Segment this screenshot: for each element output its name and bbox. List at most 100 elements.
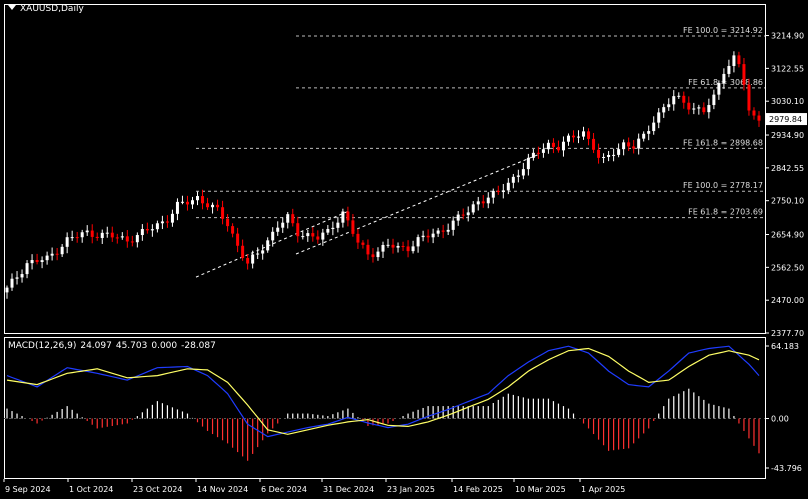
candle-body[interactable] bbox=[551, 142, 555, 147]
candle-body[interactable] bbox=[145, 229, 149, 231]
candle-body[interactable] bbox=[361, 242, 365, 245]
candle-body[interactable] bbox=[406, 246, 410, 252]
candle-body[interactable] bbox=[712, 94, 716, 106]
candle-body[interactable] bbox=[441, 230, 445, 232]
candle-body[interactable] bbox=[742, 64, 746, 85]
candle-body[interactable] bbox=[732, 55, 736, 66]
candle-body[interactable] bbox=[216, 204, 220, 208]
candle-body[interactable] bbox=[50, 253, 54, 256]
candle-body[interactable] bbox=[461, 214, 465, 216]
candle-body[interactable] bbox=[632, 146, 636, 149]
candle-body[interactable] bbox=[421, 235, 425, 238]
candle-body[interactable] bbox=[140, 229, 144, 236]
candle-body[interactable] bbox=[155, 223, 159, 230]
candle-body[interactable] bbox=[571, 135, 575, 138]
candle-body[interactable] bbox=[371, 254, 375, 258]
candle-body[interactable] bbox=[35, 260, 39, 262]
candle-body[interactable] bbox=[602, 156, 606, 158]
candle-body[interactable] bbox=[15, 277, 19, 279]
candle-body[interactable] bbox=[697, 107, 701, 109]
candle-body[interactable] bbox=[75, 237, 79, 239]
candle-body[interactable] bbox=[607, 154, 611, 157]
candle-body[interactable] bbox=[165, 221, 169, 223]
candle-body[interactable] bbox=[356, 233, 360, 243]
candle-body[interactable] bbox=[526, 157, 530, 170]
candle-body[interactable] bbox=[236, 233, 240, 246]
candle-body[interactable] bbox=[592, 138, 596, 150]
candle-body[interactable] bbox=[727, 65, 731, 74]
candle-body[interactable] bbox=[135, 235, 139, 243]
candle-body[interactable] bbox=[291, 214, 295, 224]
candle-body[interactable] bbox=[190, 200, 194, 205]
candle-body[interactable] bbox=[211, 204, 215, 208]
candle-body[interactable] bbox=[617, 149, 621, 155]
candle-body[interactable] bbox=[622, 142, 626, 150]
candle-body[interactable] bbox=[597, 149, 601, 158]
candle-body[interactable] bbox=[391, 244, 395, 248]
candle-body[interactable] bbox=[717, 83, 721, 95]
symbol-label[interactable]: XAUUSD,Daily bbox=[8, 4, 84, 14]
candle-body[interactable] bbox=[281, 222, 285, 228]
candle-body[interactable] bbox=[627, 142, 631, 147]
candle-body[interactable] bbox=[752, 110, 756, 116]
candle-body[interactable] bbox=[206, 203, 210, 208]
candle-body[interactable] bbox=[226, 218, 230, 227]
candle-body[interactable] bbox=[577, 136, 581, 138]
candle-body[interactable] bbox=[556, 146, 560, 151]
candle-body[interactable] bbox=[396, 245, 400, 248]
candle-body[interactable] bbox=[311, 233, 315, 237]
candle-body[interactable] bbox=[256, 253, 260, 255]
candle-body[interactable] bbox=[231, 226, 235, 234]
candle-body[interactable] bbox=[426, 235, 430, 238]
candle-body[interactable] bbox=[185, 201, 189, 205]
candle-body[interactable] bbox=[401, 245, 405, 247]
candle-body[interactable] bbox=[271, 231, 275, 241]
candle-body[interactable] bbox=[326, 229, 330, 233]
candle-body[interactable] bbox=[476, 201, 480, 205]
candle-body[interactable] bbox=[150, 229, 154, 231]
candle-body[interactable] bbox=[566, 135, 570, 142]
candle-body[interactable] bbox=[411, 246, 415, 252]
candle-body[interactable] bbox=[296, 223, 300, 237]
candle-body[interactable] bbox=[160, 221, 164, 224]
candle-body[interactable] bbox=[60, 246, 64, 255]
candle-body[interactable] bbox=[196, 196, 200, 201]
candle-body[interactable] bbox=[40, 260, 44, 262]
candle-body[interactable] bbox=[120, 236, 124, 238]
chart-canvas[interactable]: FE 100.0 = 3214.92 FE 61.8 = 3068.86 FE 16… bbox=[0, 0, 808, 499]
candle-body[interactable] bbox=[481, 201, 485, 204]
candle-body[interactable] bbox=[647, 131, 651, 134]
candle-body[interactable] bbox=[702, 107, 706, 113]
candle-body[interactable] bbox=[682, 95, 686, 103]
candle-body[interactable] bbox=[657, 112, 661, 123]
candle-body[interactable] bbox=[321, 232, 325, 240]
candle-body[interactable] bbox=[331, 227, 335, 230]
candle-body[interactable] bbox=[386, 244, 390, 246]
candle-body[interactable] bbox=[5, 287, 9, 293]
candle-body[interactable] bbox=[115, 237, 119, 239]
candle-body[interactable] bbox=[757, 115, 761, 121]
candle-body[interactable] bbox=[582, 131, 586, 137]
candle-body[interactable] bbox=[261, 250, 265, 254]
candle-body[interactable] bbox=[221, 207, 225, 219]
candle-body[interactable] bbox=[637, 138, 641, 149]
candle-body[interactable] bbox=[677, 95, 681, 97]
candle-body[interactable] bbox=[506, 182, 510, 191]
candle-body[interactable] bbox=[431, 233, 435, 238]
candle-body[interactable] bbox=[511, 176, 515, 183]
dropdown-triangle-icon[interactable] bbox=[8, 5, 16, 10]
candle-body[interactable] bbox=[100, 232, 104, 238]
candle-body[interactable] bbox=[436, 230, 440, 234]
candle-body[interactable] bbox=[180, 201, 184, 203]
candle-body[interactable] bbox=[45, 255, 49, 261]
candle-body[interactable] bbox=[246, 258, 250, 264]
candle-body[interactable] bbox=[416, 237, 420, 247]
candle-body[interactable] bbox=[456, 214, 460, 221]
candle-body[interactable] bbox=[105, 232, 109, 234]
candle-body[interactable] bbox=[667, 104, 671, 108]
candle-body[interactable] bbox=[536, 152, 540, 154]
candle-body[interactable] bbox=[376, 251, 380, 258]
candle-body[interactable] bbox=[301, 236, 305, 238]
candle-body[interactable] bbox=[722, 73, 726, 84]
candle-body[interactable] bbox=[747, 84, 751, 111]
